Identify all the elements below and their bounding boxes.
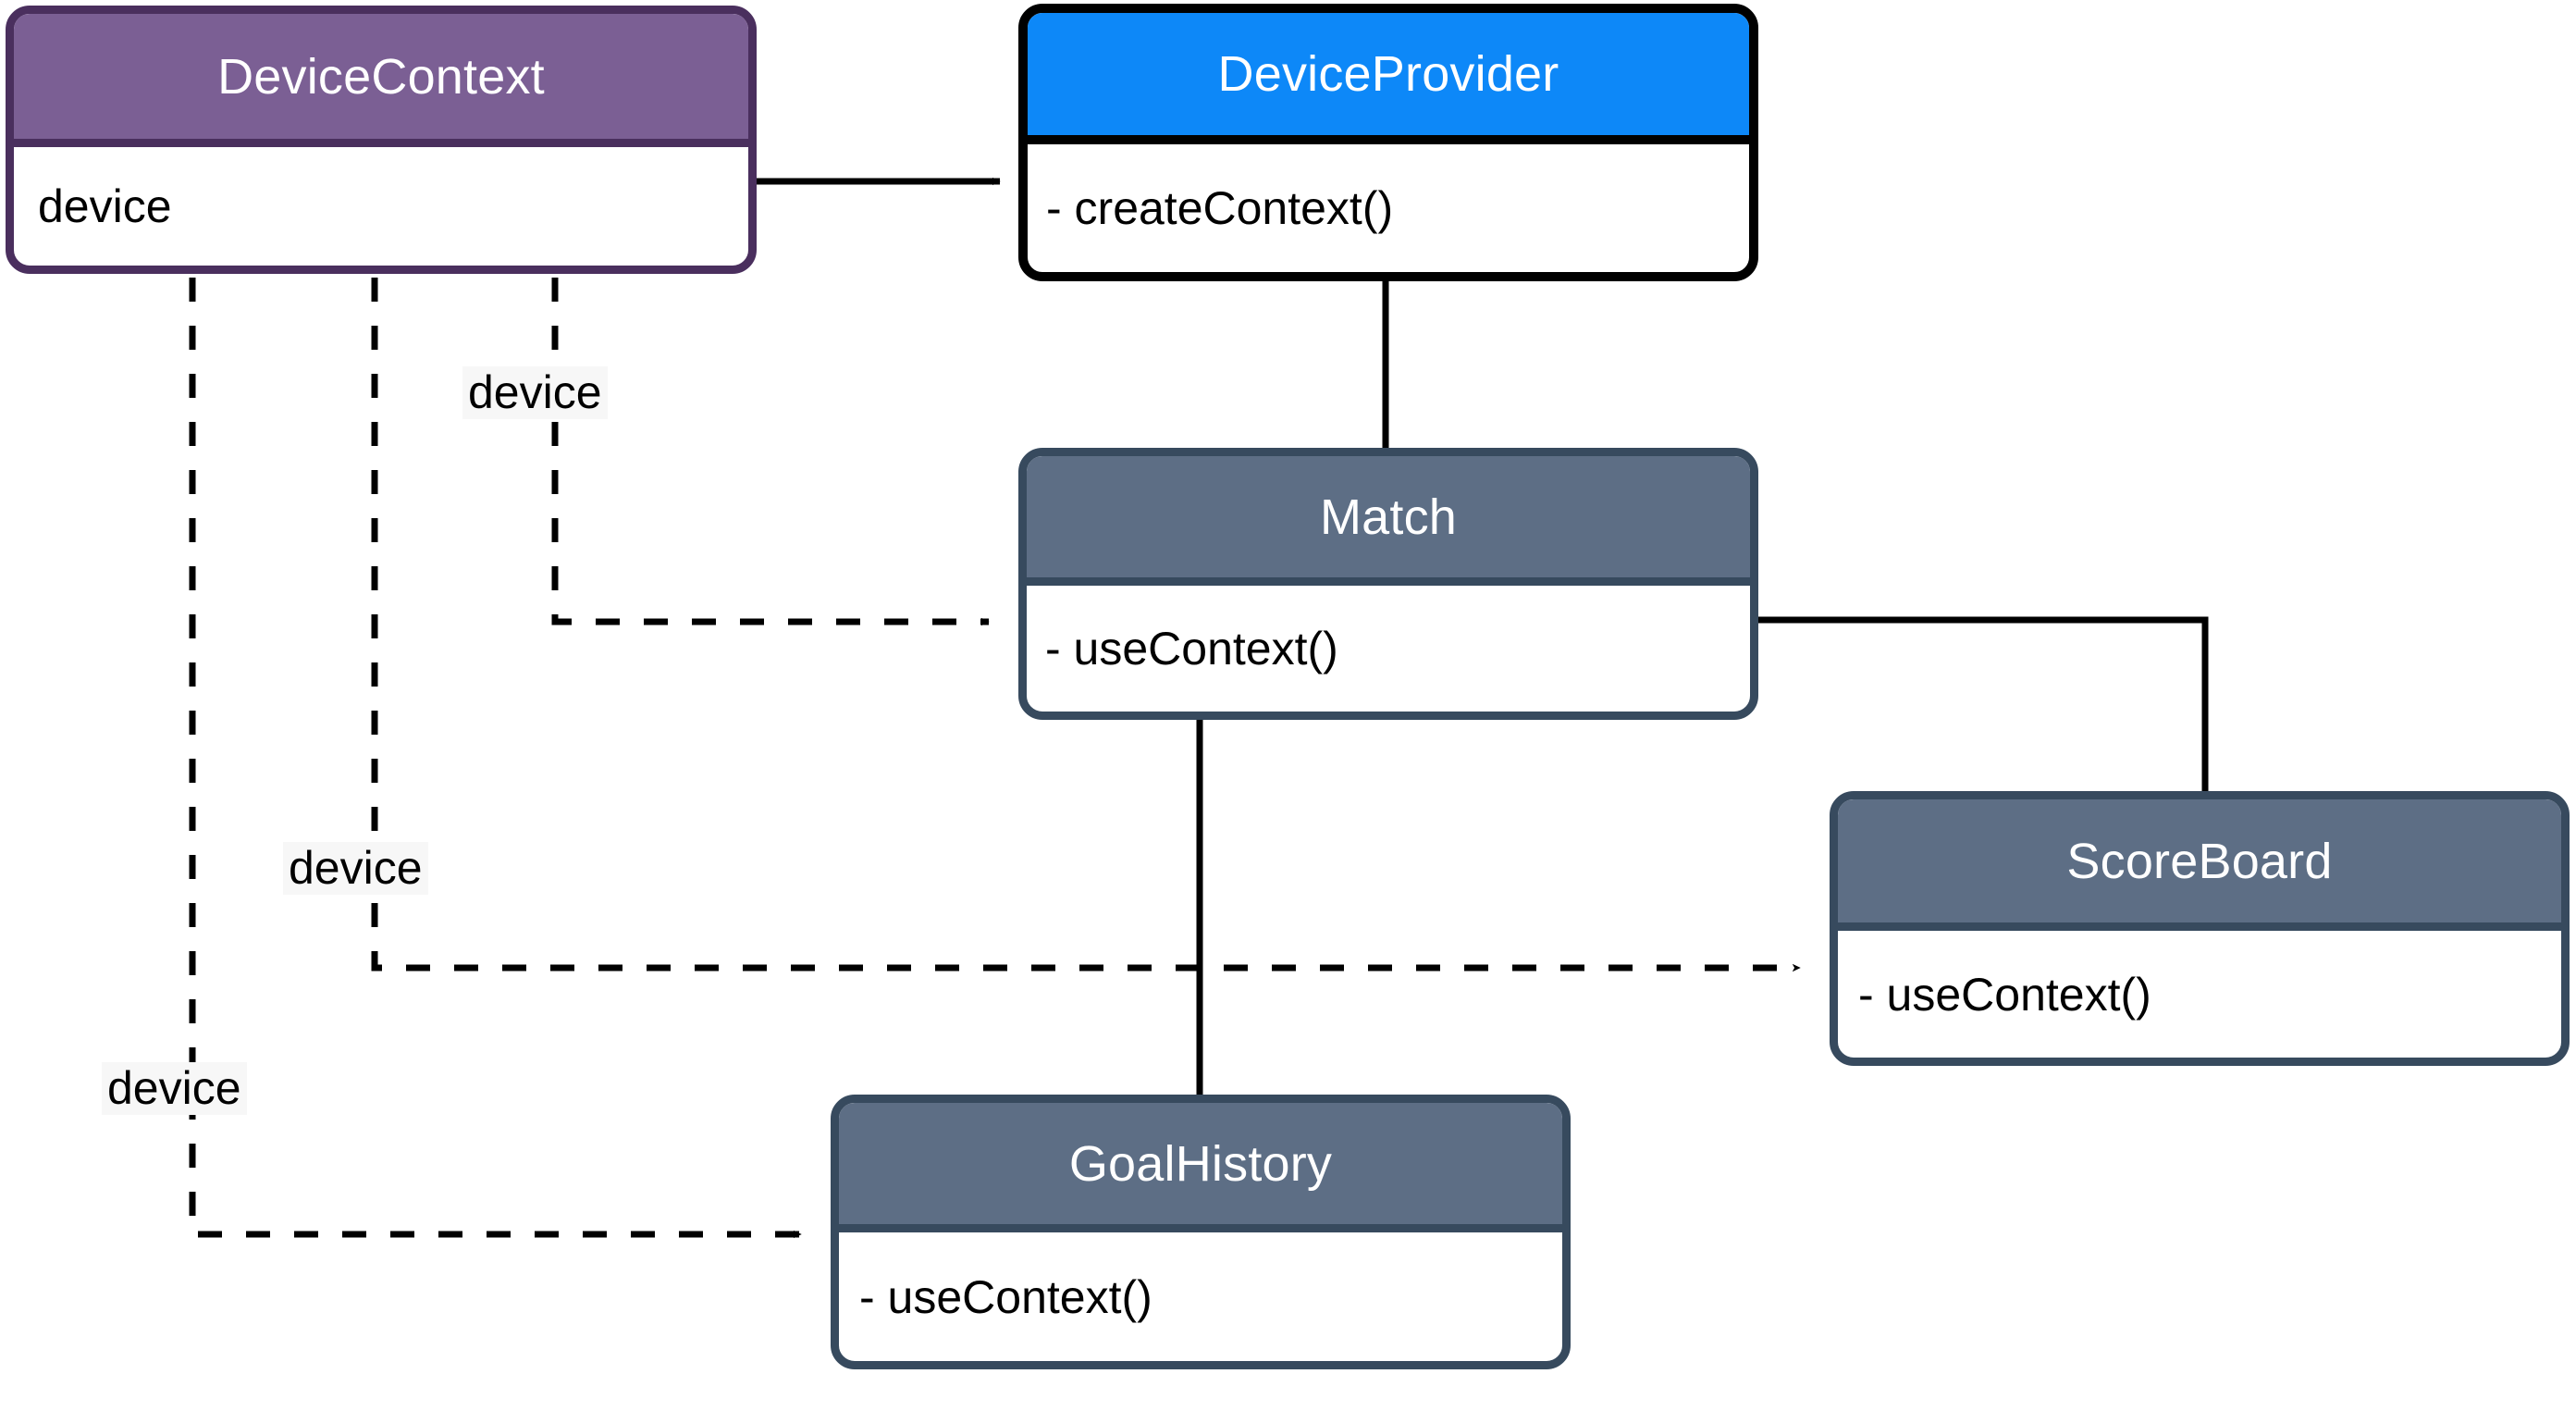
class-body-devicecontext: device (14, 147, 748, 266)
class-title-devicecontext: DeviceContext (217, 48, 545, 105)
edge-label-device-to-scoreboard: device (283, 842, 428, 895)
class-box-scoreboard[interactable]: ScoreBoard - useContext() (1830, 791, 2570, 1066)
class-box-match[interactable]: Match - useContext() (1018, 448, 1758, 720)
edge-devicecontext-to-goalhistory (189, 278, 802, 1239)
class-body-scoreboard: - useContext() (1838, 931, 2561, 1058)
edge-devicecontext-to-match (551, 278, 990, 626)
class-member-usecontext-match: - useContext() (1045, 623, 1338, 675)
class-body-deviceprovider: - createContext() (1028, 144, 1749, 272)
class-header-deviceprovider: DeviceProvider (1028, 13, 1749, 144)
class-member-createcontext: - createContext() (1046, 182, 1394, 234)
class-body-match: - useContext() (1027, 586, 1750, 712)
class-box-deviceprovider[interactable]: DeviceProvider - createContext() (1018, 4, 1758, 281)
class-title-scoreboard: ScoreBoard (2066, 833, 2333, 889)
class-box-devicecontext[interactable]: DeviceContext device (6, 6, 757, 274)
class-header-devicecontext: DeviceContext (14, 14, 748, 147)
class-body-goalhistory: - useContext() (839, 1232, 1562, 1361)
class-member-usecontext-scoreboard: - useContext() (1858, 968, 2151, 1021)
edge-label-device-to-match: device (462, 366, 608, 419)
diagram-canvas: device device device DeviceContext devic… (0, 0, 2576, 1411)
edge-match-to-scoreboard (1758, 616, 2209, 793)
class-header-match: Match (1027, 456, 1750, 586)
edge-label-device-to-goalhistory: device (102, 1062, 247, 1115)
class-box-goalhistory[interactable]: GoalHistory - useContext() (831, 1095, 1571, 1369)
class-header-scoreboard: ScoreBoard (1838, 799, 2561, 931)
class-member-usecontext-goalhistory: - useContext() (859, 1270, 1152, 1323)
class-member-device: device (38, 180, 172, 232)
class-header-goalhistory: GoalHistory (839, 1103, 1562, 1232)
class-title-deviceprovider: DeviceProvider (1217, 46, 1559, 102)
class-title-goalhistory: GoalHistory (1068, 1135, 1333, 1192)
class-title-match: Match (1319, 489, 1458, 545)
